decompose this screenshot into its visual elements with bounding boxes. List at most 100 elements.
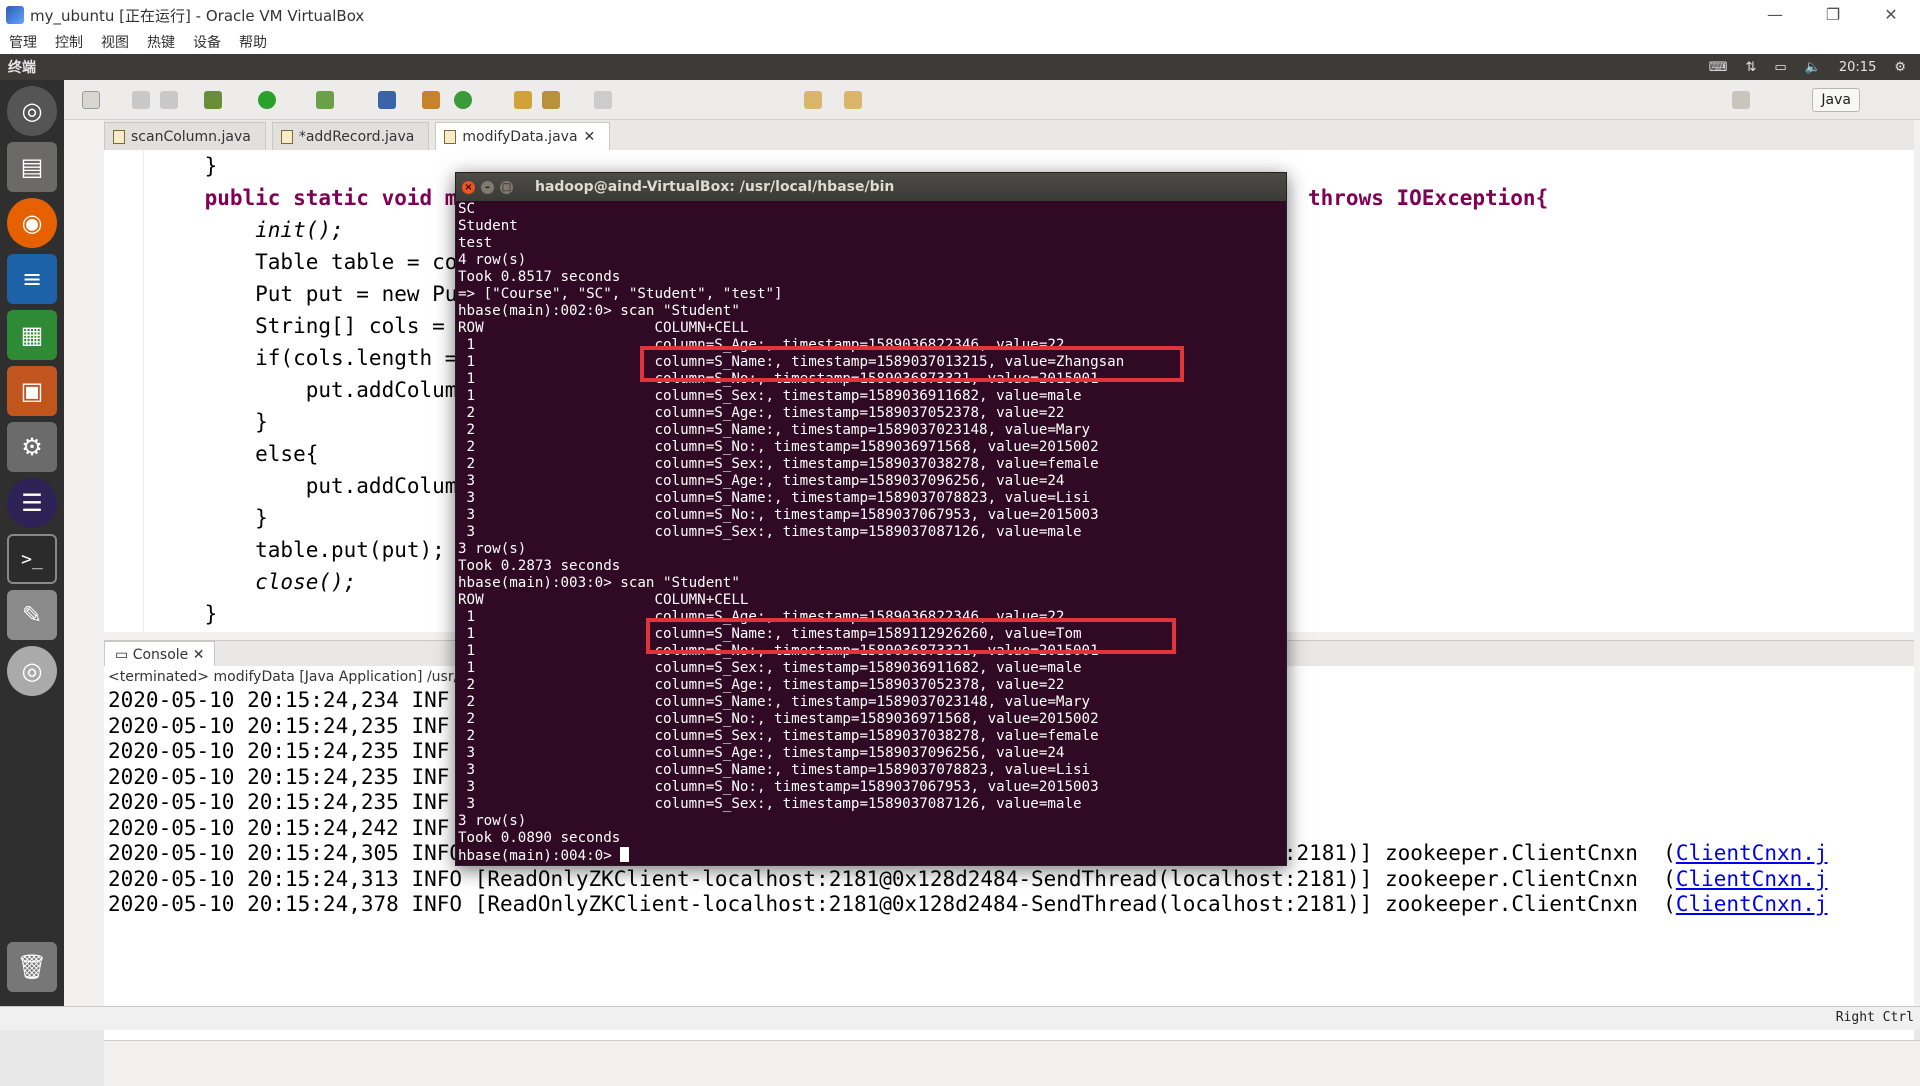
editor-ruler bbox=[104, 150, 144, 632]
terminal-line: 2 column=S_Sex:, timestamp=1589037038278… bbox=[458, 728, 1099, 744]
maximize-icon[interactable]: □ bbox=[500, 180, 513, 194]
coverage-icon[interactable] bbox=[316, 91, 334, 109]
debug-icon[interactable] bbox=[204, 91, 222, 109]
menu-devices[interactable]: 设备 bbox=[184, 32, 230, 52]
code-line: Put put = new Pu bbox=[154, 282, 458, 306]
console-source-link[interactable]: ClientCnxn.j bbox=[1676, 867, 1828, 891]
console-level: INF bbox=[411, 688, 450, 712]
close-icon[interactable]: × bbox=[462, 180, 475, 194]
console-timestamp: 2020-05-10 20:15:24,378 bbox=[108, 892, 399, 916]
console-line: 2020-05-10 20:15:24,378 INFO [ReadOnlyZK… bbox=[108, 892, 1828, 916]
highlight-box bbox=[640, 346, 1184, 382]
terminal-line: test bbox=[458, 235, 493, 251]
run-icon[interactable] bbox=[258, 91, 276, 109]
java-file-icon bbox=[113, 129, 125, 144]
terminal-cursor bbox=[620, 847, 630, 862]
menu-hotkey[interactable]: 热键 bbox=[138, 32, 184, 52]
minimize-button[interactable]: — bbox=[1746, 0, 1804, 30]
battery-icon[interactable]: ▭ bbox=[1774, 60, 1786, 75]
open-perspective-icon[interactable] bbox=[1732, 91, 1750, 109]
tab-console[interactable]: ▭ Console ✕ bbox=[104, 640, 216, 667]
virtualbox-status-bar: Right Ctrl bbox=[0, 1006, 1920, 1030]
terminal-line: 2 column=S_Age:, timestamp=1589037052378… bbox=[458, 677, 1065, 693]
forward-icon[interactable] bbox=[844, 91, 862, 109]
console-source-link[interactable]: ClientCnxn.j bbox=[1676, 892, 1828, 916]
volume-icon[interactable]: 🔈 bbox=[1805, 60, 1821, 75]
new-file-icon[interactable] bbox=[82, 91, 100, 109]
trash-icon[interactable]: 🗑 bbox=[7, 942, 57, 992]
close-tab-icon[interactable]: ✕ bbox=[584, 123, 596, 151]
code-line: table.put(put); bbox=[154, 538, 445, 562]
libreoffice-calc-icon[interactable]: ▦ bbox=[7, 310, 57, 360]
terminal-line: 3 column=S_No:, timestamp=1589037067953,… bbox=[458, 507, 1099, 523]
terminal-line: 3 column=S_Age:, timestamp=1589037096256… bbox=[458, 745, 1065, 761]
java-perspective-button[interactable]: Java bbox=[1812, 88, 1860, 112]
code-line: public static void mo bbox=[154, 186, 471, 210]
save-all-icon[interactable] bbox=[160, 91, 178, 109]
virtualbox-menu-bar: 管理 控制 视图 热键 设备 帮助 bbox=[0, 30, 1920, 54]
console-timestamp: 2020-05-10 20:15:24,305 bbox=[108, 841, 399, 865]
host-key-label: Right Ctrl bbox=[1835, 1010, 1914, 1025]
close-button[interactable]: ✕ bbox=[1862, 0, 1920, 30]
terminal-line: 3 column=S_No:, timestamp=1589037067953,… bbox=[458, 779, 1099, 795]
terminal-window[interactable]: × – □ hadoop@aind-VirtualBox: /usr/local… bbox=[455, 172, 1287, 866]
gear-icon[interactable]: ⚙ bbox=[1894, 60, 1906, 75]
eclipse-toolbar: Java bbox=[64, 80, 1920, 120]
eclipse-icon[interactable]: ☰ bbox=[7, 478, 57, 528]
ubuntu-top-panel: 终端 ⌨ ⇅ ▭ 🔈 20:15 ⚙ bbox=[0, 54, 1920, 80]
menu-view[interactable]: 视图 bbox=[92, 32, 138, 52]
terminal-line: 1 column=S_Sex:, timestamp=1589036911682… bbox=[458, 660, 1082, 676]
console-timestamp: 2020-05-10 20:15:24,235 bbox=[108, 739, 399, 763]
back-icon[interactable] bbox=[804, 91, 822, 109]
text-editor-icon[interactable]: ✎ bbox=[7, 590, 57, 640]
terminal-output[interactable]: SC Student test 4 row(s) Took 0.8517 seconds… bbox=[456, 201, 1286, 865]
console-timestamp: 2020-05-10 20:15:24,313 bbox=[108, 866, 399, 891]
minimize-icon[interactable]: – bbox=[481, 180, 494, 194]
new-java-project-icon[interactable] bbox=[422, 91, 440, 109]
firefox-icon[interactable]: ◉ bbox=[7, 198, 57, 248]
restore-button[interactable]: ❐ bbox=[1804, 0, 1862, 30]
tab-addrecord[interactable]: *addRecord.java bbox=[271, 122, 430, 150]
terminal-line: 2 column=S_Sex:, timestamp=1589037038278… bbox=[458, 456, 1099, 472]
new-class-icon[interactable] bbox=[454, 91, 472, 109]
terminal-line: 2 column=S_No:, timestamp=1589036971568,… bbox=[458, 439, 1099, 455]
terminal-line: hbase(main):002:0> scan "Student" bbox=[458, 303, 740, 319]
terminal-line: Took 0.2873 seconds bbox=[458, 558, 621, 574]
code-line: close(); bbox=[154, 570, 357, 594]
libreoffice-writer-icon[interactable]: ≡ bbox=[7, 254, 57, 304]
code-line: put.addColumn bbox=[154, 378, 471, 402]
system-settings-icon[interactable]: ⚙ bbox=[7, 422, 57, 472]
tab-modifydata[interactable]: modifyData.java ✕ bbox=[435, 122, 611, 151]
terminal-line: => ["Course", "SC", "Student", "test"] bbox=[458, 286, 783, 302]
clock[interactable]: 20:15 bbox=[1839, 60, 1876, 75]
annotation-icon[interactable] bbox=[594, 91, 612, 109]
code-line: } bbox=[154, 154, 218, 178]
files-icon[interactable]: ▤ bbox=[7, 142, 57, 192]
search-icon[interactable] bbox=[542, 91, 560, 109]
terminal-icon[interactable]: >_ bbox=[7, 534, 57, 584]
java-file-icon bbox=[444, 129, 457, 144]
console-source-link[interactable]: ClientCnxn.j bbox=[1676, 841, 1828, 865]
terminal-line: 4 row(s) bbox=[458, 252, 527, 268]
network-icon[interactable]: ⇅ bbox=[1745, 60, 1756, 75]
terminal-line: 3 column=S_Sex:, timestamp=1589037087126… bbox=[458, 524, 1082, 540]
menu-control[interactable]: 控制 bbox=[46, 32, 92, 52]
open-type-icon[interactable] bbox=[514, 91, 532, 109]
code-line: } bbox=[154, 506, 268, 530]
tab-label: *addRecord.java bbox=[298, 128, 415, 145]
tab-scancolumn[interactable]: scanColumn.java bbox=[104, 122, 266, 150]
eclipse-status-bar bbox=[104, 1040, 1920, 1086]
dvd-icon[interactable]: ◎ bbox=[7, 646, 57, 696]
save-icon[interactable] bbox=[132, 91, 150, 109]
menu-manage[interactable]: 管理 bbox=[0, 32, 46, 52]
menu-help[interactable]: 帮助 bbox=[230, 32, 276, 52]
close-console-icon[interactable]: ✕ bbox=[193, 647, 205, 663]
tab-label: scanColumn.java bbox=[131, 128, 251, 145]
keyboard-icon[interactable]: ⌨ bbox=[1709, 60, 1728, 75]
console-level: INFO bbox=[411, 866, 463, 891]
libreoffice-impress-icon[interactable]: ▣ bbox=[7, 366, 57, 416]
ubuntu-launcher: ◎ ▤ ◉ ≡ ▦ ▣ ⚙ ☰ >_ ✎ ◎ 🗑 bbox=[0, 80, 64, 1006]
dash-home-icon[interactable]: ◎ bbox=[7, 86, 57, 136]
console-timestamp: 2020-05-10 20:15:24,234 bbox=[108, 688, 399, 712]
skip-breakpoints-icon[interactable] bbox=[378, 91, 396, 109]
